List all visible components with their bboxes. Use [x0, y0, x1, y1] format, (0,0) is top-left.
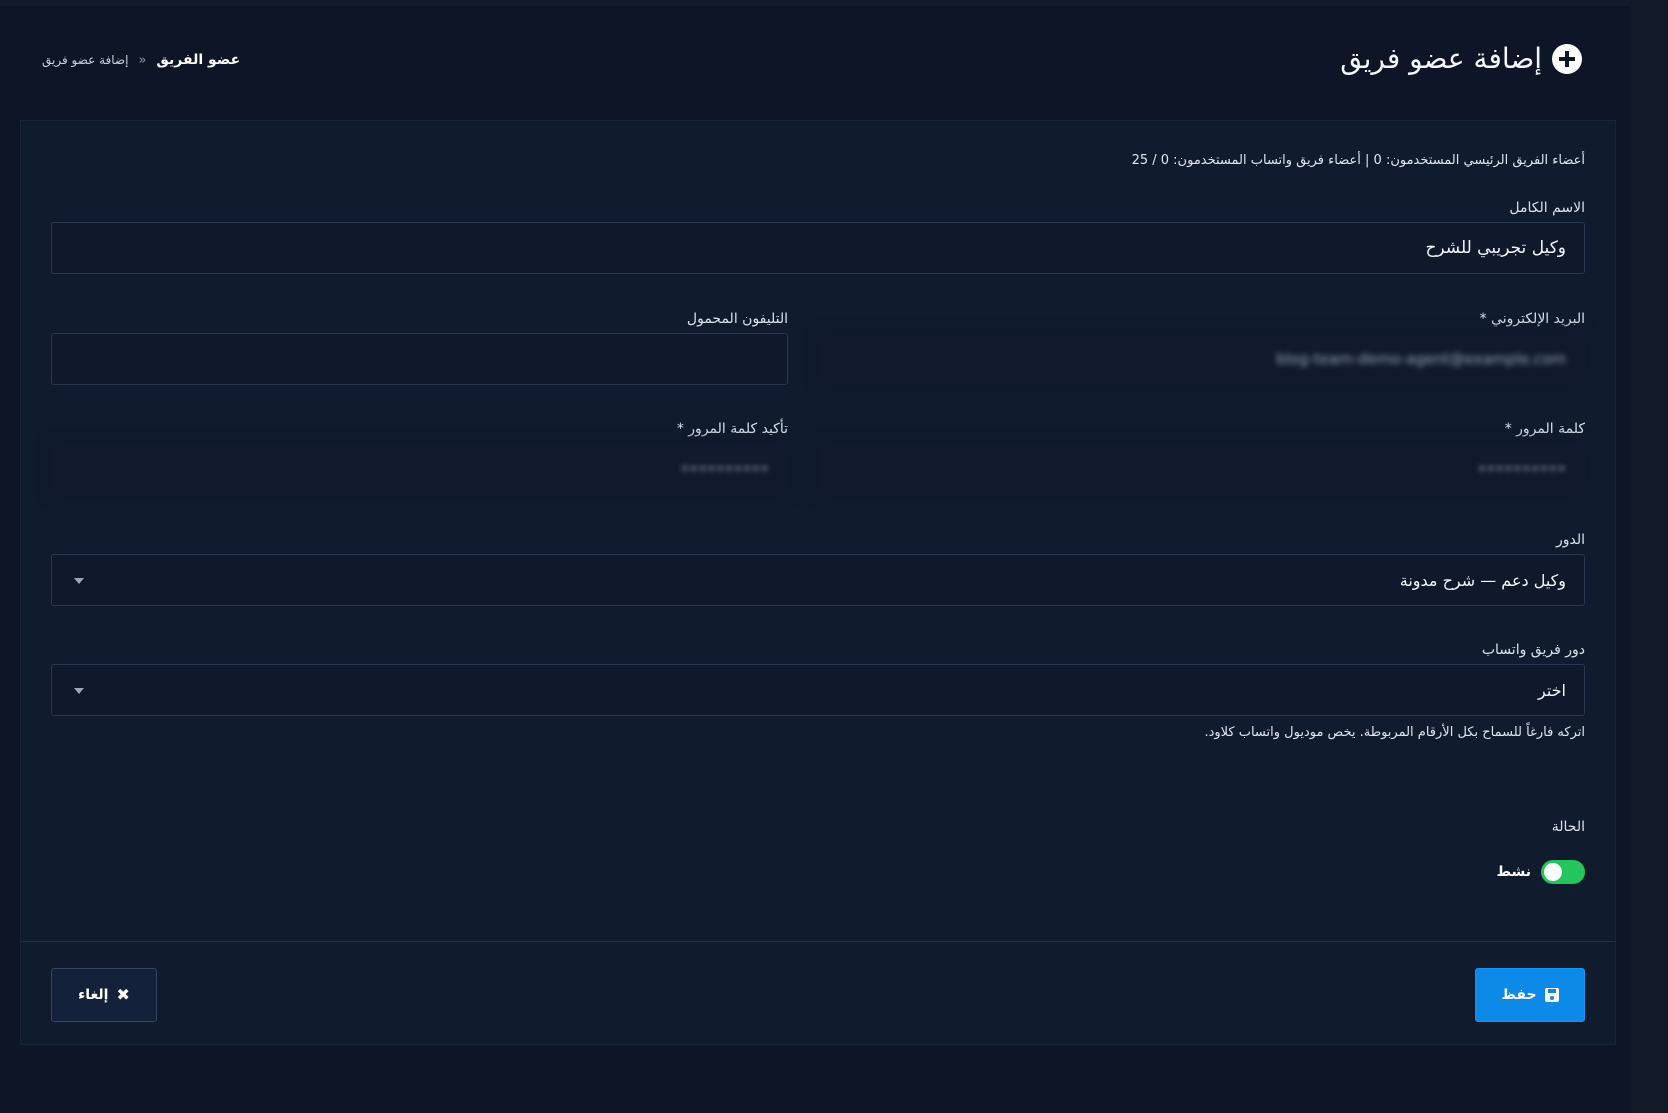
toggle-knob	[1544, 863, 1562, 881]
email-value: blog-team-demo-agent@example.com	[1275, 350, 1566, 368]
status-label: الحالة	[1551, 819, 1585, 835]
full-name-label: الاسم الكامل	[1509, 200, 1585, 216]
breadcrumb-separator: »	[138, 52, 147, 68]
whatsapp-role-select[interactable]: اختر	[51, 664, 1585, 716]
breadcrumb-current: إضافة عضو فريق	[42, 53, 129, 67]
whatsapp-role-selected-value: اختر	[1538, 680, 1566, 700]
plus-circle-icon	[1552, 43, 1582, 74]
breadcrumb: إضافة عضو فريق » عضو الفريق	[42, 52, 240, 68]
card-footer-divider	[21, 941, 1615, 942]
confirm-password-input[interactable]: ••••••••••	[51, 443, 788, 495]
scrollbar[interactable]	[1630, 0, 1668, 1113]
email-input[interactable]: blog-team-demo-agent@example.com	[819, 333, 1585, 385]
role-selected-value: وكيل دعم — شرح مدونة	[1399, 570, 1566, 590]
mobile-input[interactable]	[51, 333, 788, 385]
save-button-label: حفظ	[1501, 987, 1537, 1003]
whatsapp-role-hint: اتركه فارغاً للسماح بكل الأرقام المربوطة…	[1204, 725, 1585, 740]
page-title: إضافة عضو فريق	[1340, 42, 1582, 75]
confirm-password-label: تأكيد كلمة المرور *	[676, 421, 788, 437]
role-select[interactable]: وكيل دعم — شرح مدونة	[51, 554, 1585, 606]
role-label: الدور	[1555, 532, 1585, 548]
email-label: البريد الإلكتروني *	[1479, 311, 1585, 327]
cancel-button-label: إلغاء	[78, 987, 109, 1003]
password-value: ••••••••••	[1477, 460, 1566, 478]
close-icon: ✖	[116, 985, 130, 1004]
mobile-label: التليفون المحمول	[686, 311, 788, 327]
save-disk-icon	[1544, 988, 1559, 1002]
status-toggle-row: نشط	[1496, 860, 1585, 884]
password-input[interactable]: ••••••••••	[819, 443, 1585, 495]
usage-summary: أعضاء الفريق الرئيسي المستخدمون: 0 | أعض…	[1131, 153, 1585, 168]
chevron-down-icon	[74, 578, 84, 584]
breadcrumb-team-member-link[interactable]: عضو الفريق	[156, 52, 240, 68]
save-button[interactable]: حفظ	[1475, 968, 1585, 1022]
page-header: إضافة عضو فريق إضافة عضو فريق » عضو الفر…	[0, 12, 1630, 112]
full-name-input[interactable]: وكيل تجريبي للشرح	[51, 222, 1585, 274]
add-member-form-card: أعضاء الفريق الرئيسي المستخدمون: 0 | أعض…	[20, 120, 1616, 1045]
page-title-text: إضافة عضو فريق	[1340, 42, 1542, 75]
password-label: كلمة المرور *	[1504, 421, 1585, 437]
whatsapp-role-label: دور فريق واتساب	[1481, 642, 1585, 658]
status-toggle[interactable]	[1541, 860, 1585, 884]
confirm-password-value: ••••••••••	[680, 460, 769, 478]
app-window: إضافة عضو فريق إضافة عضو فريق » عضو الفر…	[0, 0, 1630, 1113]
full-name-value: وكيل تجريبي للشرح	[1425, 238, 1566, 258]
cancel-button[interactable]: ✖ إلغاء	[51, 968, 157, 1022]
chevron-down-icon	[74, 688, 84, 694]
status-toggle-label: نشط	[1496, 864, 1532, 880]
